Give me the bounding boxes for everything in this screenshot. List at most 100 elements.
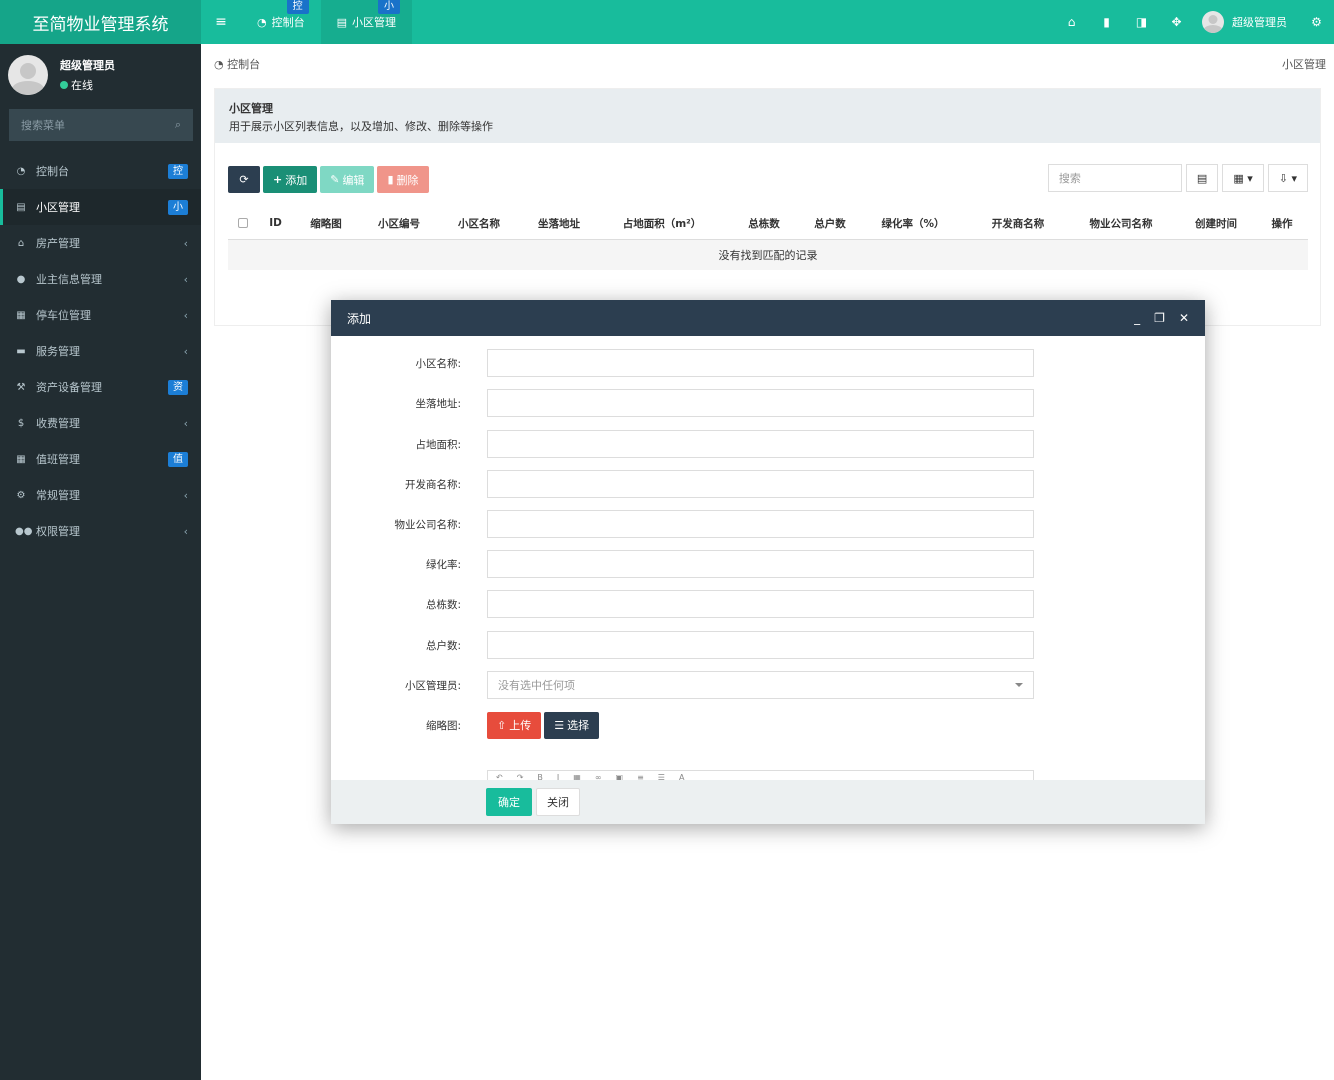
list-icon: ▤: [16, 201, 26, 213]
caret-down-icon: [1015, 683, 1023, 687]
undo-icon[interactable]: ↶: [496, 773, 503, 780]
fullscreen-icon[interactable]: ✥: [1159, 15, 1194, 29]
tab-dashboard[interactable]: ◔ 控制台 控: [241, 0, 321, 44]
breadcrumb-home[interactable]: ◔ 控制台: [214, 56, 260, 72]
table-icon[interactable]: ▦: [573, 773, 581, 780]
data-table: ID 缩略图 小区编号 小区名称 坐落地址 占地面积（m²） 总栋数 总户数 绿…: [228, 207, 1308, 270]
dashboard-icon: ◔: [16, 165, 26, 177]
table-search-input[interactable]: 搜索: [1047, 164, 1182, 192]
user-icon: ●: [16, 273, 26, 285]
field-label: 小区名称:: [415, 357, 461, 370]
chevron-left-icon: ‹: [183, 416, 188, 430]
sidebar-item-property[interactable]: ⌂ 房产管理 ‹: [0, 225, 201, 261]
bold-icon[interactable]: B: [537, 773, 543, 780]
delete-button[interactable]: ▮ 删除: [377, 166, 429, 193]
choose-button[interactable]: ☰ 选择: [544, 711, 600, 739]
address-input[interactable]: [487, 389, 1034, 417]
col-id[interactable]: ID: [258, 217, 293, 229]
table-header: ID 缩略图 小区编号 小区名称 坐落地址 占地面积（m²） 总栋数 总户数 绿…: [228, 207, 1308, 240]
sidebar-item-service[interactable]: ▬ 服务管理 ‹: [0, 333, 201, 369]
field-row-green-rate: 绿化率:: [331, 550, 1205, 578]
link-icon[interactable]: ∞: [595, 773, 602, 780]
list-icon[interactable]: ☰: [658, 773, 665, 780]
field-label: 小区管理员:: [404, 679, 461, 692]
export-button[interactable]: ⇩ ▾: [1267, 164, 1308, 192]
user-menu[interactable]: 超级管理员: [1194, 11, 1299, 33]
cogs-icon: ⚙: [16, 489, 26, 501]
edit-button[interactable]: ✎ 编辑: [320, 166, 375, 193]
align-icon[interactable]: ≡: [637, 773, 644, 780]
redo-icon[interactable]: ↷: [517, 773, 524, 780]
sidebar-item-dashboard[interactable]: ◔ 控制台 控: [0, 153, 201, 189]
image-icon[interactable]: ▣: [616, 773, 624, 780]
green-rate-input[interactable]: [487, 550, 1034, 578]
chevron-left-icon: ‹: [183, 524, 188, 538]
col-thumb[interactable]: 缩略图: [293, 216, 359, 231]
sidebar-item-general[interactable]: ⚙ 常规管理 ‹: [0, 477, 201, 513]
search-icon[interactable]: ⌕: [175, 118, 181, 132]
tab-community[interactable]: ▤ 小区管理 小: [320, 0, 413, 44]
confirm-button[interactable]: 确定: [486, 788, 532, 816]
col-green-rate[interactable]: 绿化率（%）: [857, 216, 969, 231]
group-icon: ●●: [15, 525, 33, 537]
home-icon[interactable]: ⌂: [1054, 15, 1089, 29]
col-property-company[interactable]: 物业公司名称: [1067, 216, 1175, 231]
trash-icon[interactable]: ▮: [1089, 15, 1124, 29]
sidebar-item-fees[interactable]: $ 收费管理 ‹: [0, 405, 201, 441]
sidebar-item-parking[interactable]: ▦ 停车位管理 ‹: [0, 297, 201, 333]
select-placeholder: 没有选中任何项: [498, 679, 575, 692]
add-button[interactable]: + 添加: [263, 166, 318, 193]
language-icon[interactable]: ◨: [1124, 15, 1159, 29]
col-created[interactable]: 创建时间: [1175, 216, 1257, 231]
sidebar-item-duty[interactable]: ▦ 值班管理 值: [0, 441, 201, 477]
field-row-manager: 小区管理员: 没有选中任何项: [331, 671, 1205, 699]
name-input[interactable]: [487, 349, 1034, 377]
editor-toolbar[interactable]: ↶ ↷ B I ▦ ∞ ▣ ≡ ☰ A: [487, 770, 1034, 780]
sidebar-item-label: 资产设备管理: [36, 381, 102, 394]
col-buildings[interactable]: 总栋数: [725, 216, 803, 231]
col-developer[interactable]: 开发商名称: [969, 216, 1067, 231]
chevron-left-icon: ‹: [183, 488, 188, 502]
list-icon: ▤: [1196, 171, 1208, 185]
dialog-footer: 确定 关闭: [331, 780, 1205, 824]
close-icon[interactable]: ✕: [1179, 311, 1189, 325]
card-view-button[interactable]: ▤: [1185, 164, 1219, 192]
keyboard-icon: ▬: [16, 345, 26, 357]
manager-select[interactable]: 没有选中任何项: [487, 671, 1034, 699]
maximize-icon[interactable]: ❐: [1154, 311, 1165, 325]
close-button[interactable]: 关闭: [536, 788, 580, 816]
col-area[interactable]: 占地面积（m²）: [599, 216, 725, 231]
menu-toggle-icon[interactable]: ≡: [201, 0, 241, 44]
dialog-title: 添加: [347, 311, 372, 326]
format-icon[interactable]: A: [679, 773, 684, 780]
settings-icon[interactable]: ⚙: [1299, 15, 1334, 29]
field-row-name: 小区名称:: [331, 349, 1205, 377]
page-title: 小区管理: [229, 102, 273, 115]
film-icon: ▦: [16, 309, 26, 321]
select-all-checkbox[interactable]: [228, 218, 258, 228]
sidebar-item-label: 值班管理: [36, 453, 80, 466]
columns-button[interactable]: ▦ ▾: [1222, 164, 1264, 192]
col-code[interactable]: 小区编号: [359, 216, 439, 231]
col-households[interactable]: 总户数: [803, 216, 857, 231]
sidebar-item-permissions[interactable]: ●● 权限管理 ‹: [0, 513, 201, 549]
developer-input[interactable]: [487, 470, 1034, 498]
edit-label: 编辑: [342, 173, 365, 187]
avatar: [8, 55, 48, 95]
chevron-left-icon: ‹: [183, 236, 188, 250]
sidebar-item-owner[interactable]: ● 业主信息管理 ‹: [0, 261, 201, 297]
refresh-button[interactable]: ⟳: [228, 166, 260, 193]
menu-search-input[interactable]: 搜索菜单 ⌕: [9, 109, 193, 141]
buildings-input[interactable]: [487, 590, 1034, 618]
upload-button[interactable]: ⇧ 上传: [487, 711, 542, 739]
col-name[interactable]: 小区名称: [439, 216, 519, 231]
sidebar-item-assets[interactable]: ⚒ 资产设备管理 资: [0, 369, 201, 405]
area-input[interactable]: [487, 430, 1034, 458]
col-address[interactable]: 坐落地址: [519, 216, 599, 231]
italic-icon[interactable]: I: [557, 773, 559, 780]
property-company-input[interactable]: [487, 510, 1034, 538]
app-brand[interactable]: 至简物业管理系统: [0, 0, 201, 44]
minimize-icon[interactable]: _: [1134, 311, 1140, 325]
households-input[interactable]: [487, 631, 1034, 659]
sidebar-item-community[interactable]: ▤ 小区管理 小: [0, 189, 201, 225]
